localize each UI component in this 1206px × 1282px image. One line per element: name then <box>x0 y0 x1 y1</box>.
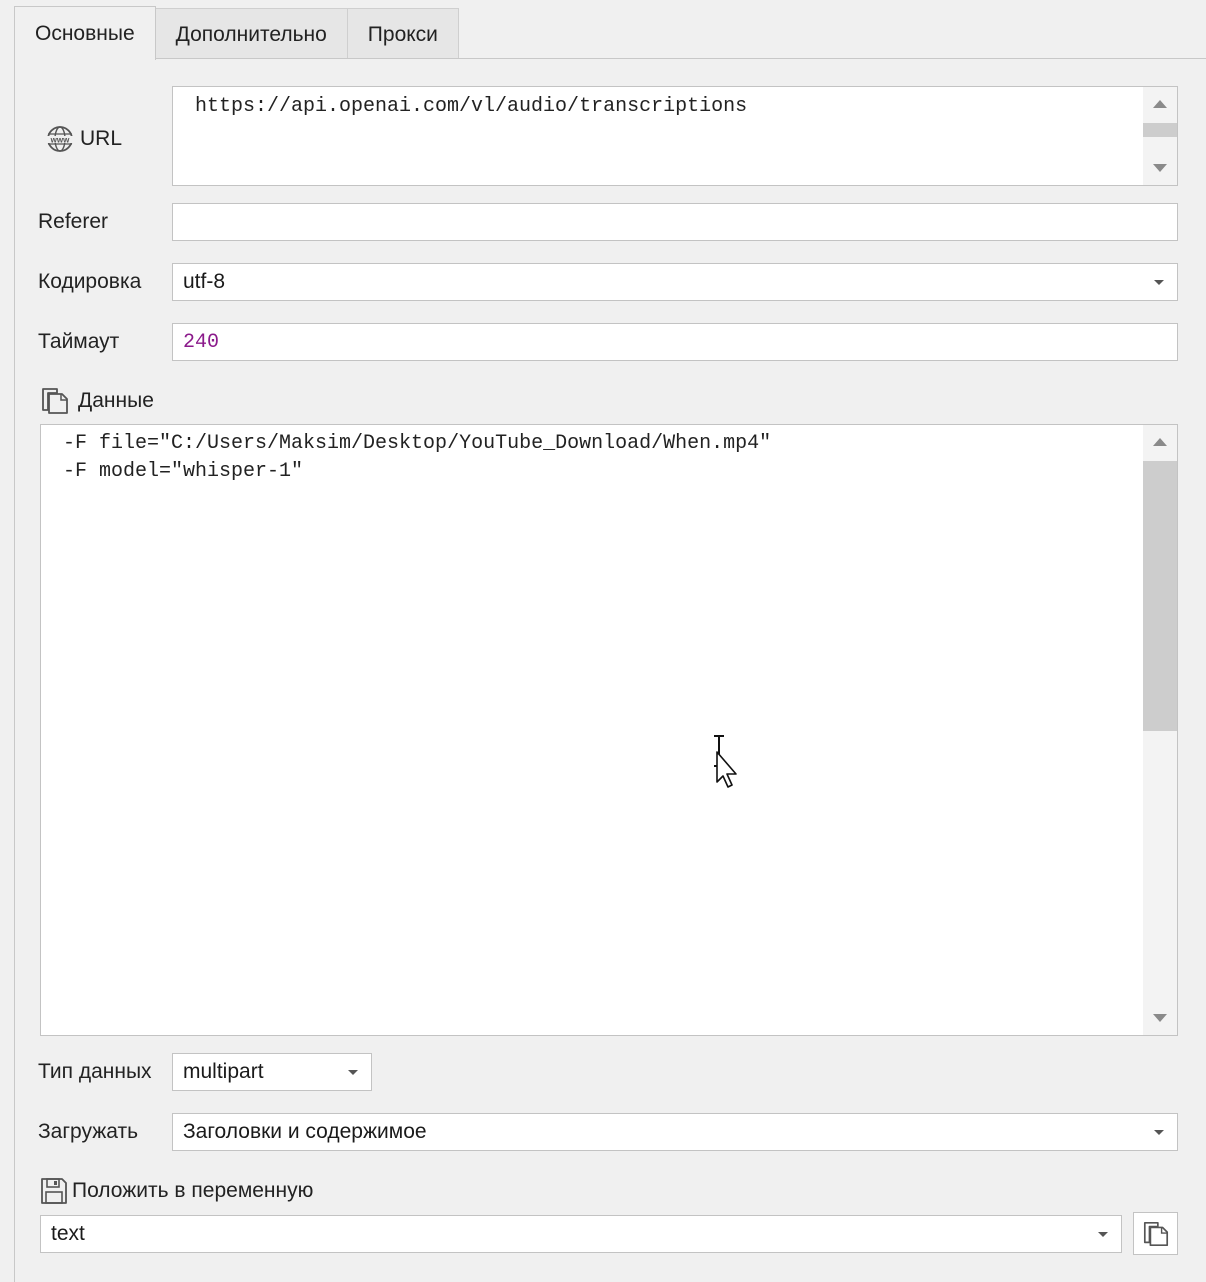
load-value: Заголовки и содержимое <box>183 1120 427 1143</box>
tab-bar: Основные Дополнительно Прокси <box>14 6 459 60</box>
chevron-down-icon[interactable] <box>1141 1114 1177 1150</box>
variable-picker-button[interactable] <box>1133 1212 1178 1255</box>
chevron-down-icon[interactable] <box>335 1054 371 1090</box>
timeout-input[interactable]: 240 <box>172 323 1178 361</box>
url-value: https://api.openai.com/vl/audio/transcri… <box>195 95 748 118</box>
data-textarea[interactable]: -F file="C:/Users/Maksim/Desktop/YouTube… <box>40 424 1178 1036</box>
data-line-2: -F model="whisper-1" <box>63 460 304 483</box>
www-globe-icon: www <box>45 126 75 152</box>
chevron-down-icon[interactable] <box>1141 264 1177 300</box>
url-label-group: www URL <box>44 122 122 156</box>
url-input[interactable]: https://api.openai.com/vl/audio/transcri… <box>172 86 1178 186</box>
copy-icon <box>42 388 68 414</box>
save-variable-label-group: Положить в переменную <box>40 1174 313 1208</box>
tab-basic[interactable]: Основные <box>14 6 156 60</box>
data-label-group: Данные <box>40 384 154 418</box>
chevron-down-icon[interactable] <box>1085 1216 1121 1252</box>
scroll-up-arrow-icon[interactable] <box>1143 425 1177 459</box>
timeout-label: Таймаут <box>38 330 120 353</box>
timeout-value: 240 <box>183 330 220 354</box>
url-scrollbar[interactable] <box>1143 87 1177 185</box>
svg-text:www: www <box>50 136 70 145</box>
data-scrollbar[interactable] <box>1143 425 1177 1035</box>
data-type-value: multipart <box>183 1060 264 1083</box>
url-scroll-thumb[interactable] <box>1143 123 1177 137</box>
tab-proxy[interactable]: Прокси <box>346 8 459 60</box>
load-label: Загружать <box>38 1120 139 1143</box>
mouse-cursor-icon <box>714 735 737 788</box>
scroll-down-arrow-icon[interactable] <box>1143 151 1177 185</box>
encoding-value: utf-8 <box>183 270 226 293</box>
scroll-down-arrow-icon[interactable] <box>1143 1001 1177 1035</box>
url-label: URL <box>80 127 123 150</box>
scroll-up-arrow-icon[interactable] <box>1143 87 1177 121</box>
data-scroll-thumb[interactable] <box>1143 461 1177 731</box>
referer-label: Referer <box>38 210 109 233</box>
data-type-label: Тип данных <box>38 1060 152 1083</box>
data-label: Данные <box>78 389 154 412</box>
data-type-select[interactable]: multipart <box>172 1053 372 1091</box>
referer-input[interactable] <box>172 203 1178 241</box>
tab-advanced[interactable]: Дополнительно <box>154 8 348 60</box>
encoding-label: Кодировка <box>38 270 142 293</box>
data-line-1: -F file="C:/Users/Maksim/Desktop/YouTube… <box>63 432 772 455</box>
variable-value: text <box>51 1222 85 1245</box>
save-variable-label: Положить в переменную <box>72 1179 314 1202</box>
load-select[interactable]: Заголовки и содержимое <box>172 1113 1178 1151</box>
variable-select[interactable]: text <box>40 1215 1122 1253</box>
floppy-disk-icon <box>41 1178 67 1204</box>
encoding-select[interactable]: utf-8 <box>172 263 1178 301</box>
copy-icon <box>1143 1221 1168 1246</box>
